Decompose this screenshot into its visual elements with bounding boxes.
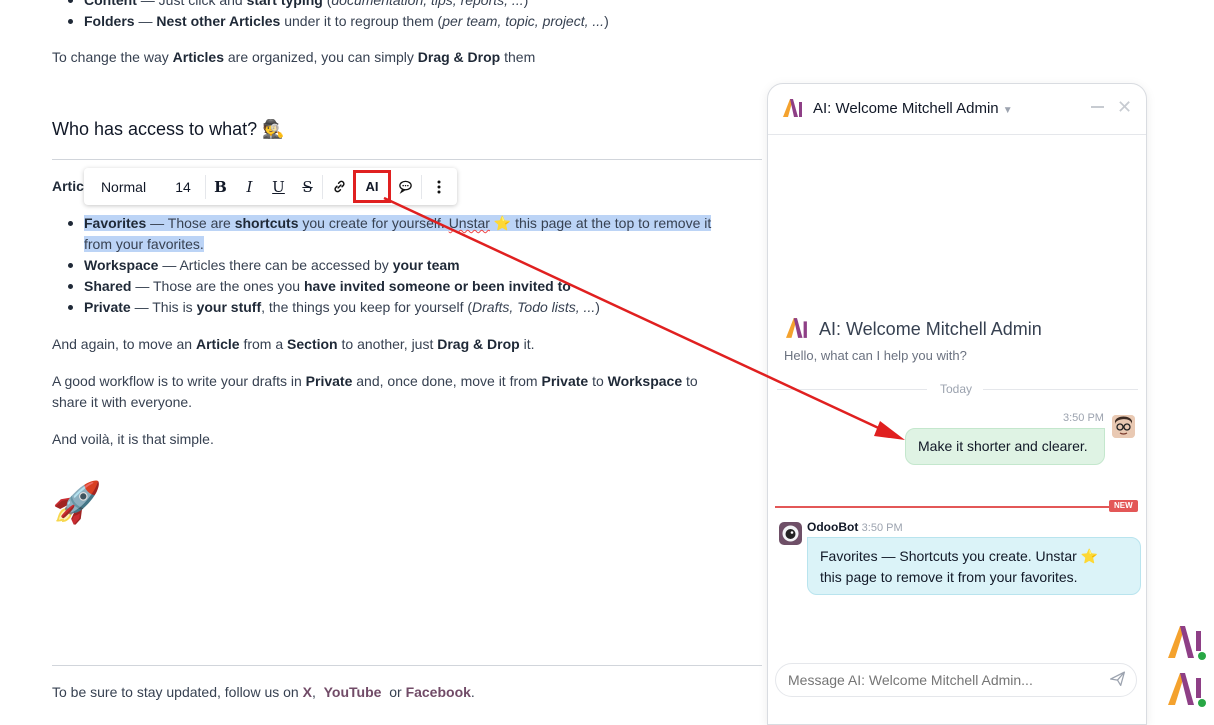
star-emoji: ⭐: [1080, 548, 1099, 564]
heading-divider: [52, 159, 762, 160]
link-youtube[interactable]: YouTube: [324, 684, 382, 700]
ai-logo-icon: [782, 98, 804, 118]
date-divider-left: [777, 389, 927, 390]
organize-paragraph: To change the way Articles are organized…: [52, 49, 536, 65]
list-item-shared: Shared — Those are the ones you have inv…: [67, 276, 711, 297]
user-message-time: 3:50 PM: [1063, 412, 1104, 424]
footer-divider: [52, 665, 762, 666]
chevron-down-icon[interactable]: ▼: [1003, 105, 1013, 116]
font-size-dropdown[interactable]: 14: [161, 168, 205, 205]
comment-icon[interactable]: [389, 168, 421, 205]
list-item-folders: Folders — Nest other Articles under it t…: [68, 11, 609, 32]
ai-logo-icon: [784, 317, 810, 339]
detective-emoji: 🕵️: [262, 119, 285, 139]
send-icon[interactable]: [1109, 670, 1126, 690]
bold-button[interactable]: B: [206, 168, 235, 205]
rocket-emoji: 🚀: [52, 481, 102, 525]
text-format-toolbar: Normal 14 B I U S AI: [84, 168, 457, 205]
list-item-content: Content — Just click and start typing (d…: [68, 0, 609, 11]
bot-message-time: 3:50 PM: [861, 522, 903, 534]
date-divider-label: Today: [940, 382, 973, 396]
footer-paragraph: To be sure to stay updated, follow us on…: [52, 684, 475, 700]
bot-name: OdooBot: [807, 520, 859, 534]
list-item-favorites: Favorites — Those are shortcuts you crea…: [67, 213, 712, 255]
link-facebook[interactable]: Facebook: [406, 684, 471, 700]
partial-paragraph: Artic: [52, 178, 84, 194]
chat-title[interactable]: AI: Welcome Mitchell Admin ▼: [813, 100, 1013, 117]
underline-button[interactable]: U: [264, 168, 293, 205]
voila-paragraph: And voilà, it is that simple.: [52, 431, 214, 447]
user-message-bubble: Make it shorter and clearer.: [905, 428, 1105, 465]
ai-launcher-button[interactable]: [1166, 669, 1206, 709]
link-icon[interactable]: [323, 168, 355, 205]
access-list: Favorites — Those are shortcuts you crea…: [52, 213, 712, 318]
new-messages-line: [775, 506, 1109, 508]
new-badge: NEW: [1109, 500, 1138, 512]
odoobot-avatar[interactable]: [779, 522, 802, 545]
move-paragraph: And again, to move an Article from a Sec…: [52, 336, 535, 352]
ai-button-highlight: [353, 170, 391, 203]
message-composer: [775, 663, 1137, 697]
welcome-title: AI: Welcome Mitchell Admin: [819, 319, 1042, 339]
bot-meta: OdooBot 3:50 PM: [807, 520, 903, 534]
minimize-icon[interactable]: [1091, 106, 1104, 108]
welcome-subtitle: Hello, what can I help you with?: [784, 348, 967, 363]
list-item-private: Private — This is your stuff, the things…: [67, 297, 711, 318]
ai-chat-window: AI: Welcome Mitchell Admin ▼ ✕ AI: Welco…: [767, 83, 1147, 725]
paragraph-style-dropdown[interactable]: Normal: [84, 168, 161, 205]
bot-message-bubble: Favorites — Shortcuts you create. Unstar…: [807, 537, 1141, 595]
list-item-workspace: Workspace — Articles there can be access…: [67, 255, 711, 276]
more-icon[interactable]: [422, 168, 456, 205]
close-icon[interactable]: ✕: [1117, 97, 1132, 118]
ai-launcher-button[interactable]: [1166, 622, 1206, 662]
top-list: Content — Just click and start typing (d…: [52, 0, 609, 32]
chat-header: AI: Welcome Mitchell Admin ▼ ✕: [768, 84, 1146, 135]
date-divider-right: [983, 389, 1138, 390]
italic-button[interactable]: I: [235, 168, 264, 205]
workflow-paragraph: A good workflow is to write your drafts …: [52, 373, 698, 410]
strikethrough-button[interactable]: S: [293, 168, 322, 205]
user-avatar[interactable]: [1112, 415, 1135, 438]
message-input[interactable]: [786, 671, 1109, 689]
star-emoji: ⭐: [493, 215, 512, 231]
link-x[interactable]: X: [303, 684, 312, 700]
section-heading: Who has access to what? 🕵️: [52, 119, 285, 139]
